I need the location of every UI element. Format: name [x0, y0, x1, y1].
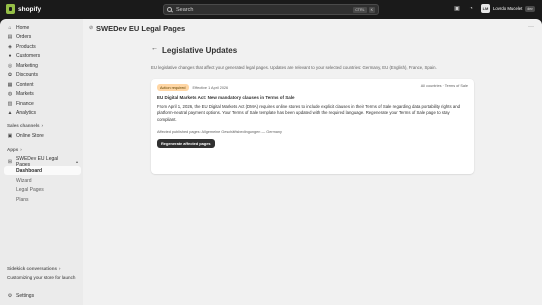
- app-header: ⊘ SWEDev EU Legal Pages ···: [83, 19, 542, 39]
- shopify-bag-icon: [6, 4, 15, 14]
- logo-text: shopify: [18, 5, 42, 13]
- products-icon: ◈: [8, 43, 12, 50]
- sidekick-heading[interactable]: Sidekick conversations ›: [7, 266, 61, 271]
- shopify-logo[interactable]: shopify: [6, 4, 41, 14]
- marketing-icon: ◎: [7, 62, 13, 69]
- app-icon: ⊞: [7, 158, 13, 165]
- app-icon: ⊘: [89, 25, 94, 31]
- sidebar-item-label: Products: [16, 43, 36, 50]
- chevron-right-icon: ›: [59, 266, 61, 271]
- bell-icon[interactable]: ◔: [467, 5, 475, 13]
- customers-icon: ●: [8, 52, 12, 59]
- sidekick-conversation-item[interactable]: Customizing your store for launch: [4, 273, 81, 282]
- content-icon: ▦: [7, 81, 13, 88]
- user-name: Lovrdo Mucelet: [493, 6, 523, 11]
- sidebar-item-plans[interactable]: Plans: [4, 195, 81, 204]
- legislative-update-card: Action required Effective 1 April 2026 A…: [151, 79, 474, 174]
- apps-heading[interactable]: Apps ›: [7, 147, 22, 152]
- sidebar-item-label: Plans: [16, 196, 29, 203]
- sidebar-item-home[interactable]: ⌂ Home: [4, 23, 81, 32]
- finance-icon: ▥: [7, 100, 13, 107]
- top-bar: shopify Search CTRL K ▣ ◔ LM Lovrdo Muce…: [0, 0, 542, 19]
- chevron-right-icon: ›: [20, 147, 22, 152]
- sales-channels-heading[interactable]: Sales channels ›: [7, 123, 43, 128]
- sidebar-item-label: Finance: [16, 100, 34, 107]
- search-icon: [167, 7, 172, 12]
- app-title: SWEDev EU Legal Pages: [96, 24, 186, 33]
- sidebar-item-products[interactable]: ◈ Products: [4, 42, 81, 51]
- page-intro: EU legislative changes that affect your …: [151, 65, 437, 70]
- sidebar-item-label: Customizing your store for launch: [7, 275, 76, 280]
- sidebar-item-app[interactable]: ⊞ SWEDev EU Legal Pages ▴: [4, 156, 81, 168]
- analytics-icon: ▲: [7, 109, 13, 116]
- sidebar-item-legal-pages[interactable]: Legal Pages: [4, 185, 81, 194]
- sidebar-item-label: Content: [16, 81, 34, 88]
- chevron-right-icon: ›: [41, 123, 44, 128]
- sidebar-item-label: Markets: [16, 90, 34, 97]
- more-options-icon[interactable]: ···: [528, 24, 534, 30]
- orders-icon: ▤: [7, 33, 13, 40]
- gear-icon: ⚙: [7, 292, 13, 299]
- sidebar-item-analytics[interactable]: ▲ Analytics: [4, 108, 81, 117]
- card-title: EU Digital Markets Act: New mandatory cl…: [157, 95, 295, 100]
- card-meta: Action required Effective 1 April 2026: [157, 84, 228, 91]
- sidebar-item-finance[interactable]: ▥ Finance: [4, 99, 81, 108]
- status-badge: Action required: [157, 84, 189, 91]
- sidebar-item-label: Discounts: [16, 71, 38, 78]
- sidebar-item-content[interactable]: ▦ Content: [4, 80, 81, 89]
- sidebar-item-wizard[interactable]: Wizard: [4, 176, 81, 185]
- user-badge: dev: [525, 5, 535, 12]
- sidekick-label: Sidekick conversations: [7, 266, 58, 271]
- search-input[interactable]: Search CTRL K: [163, 4, 379, 15]
- sidebar-item-label: Home: [16, 24, 30, 31]
- sidebar-item-label: Orders: [16, 33, 32, 40]
- sidebar-item-dashboard[interactable]: Dashboard: [4, 166, 81, 175]
- sidebar-item-label: Legal Pages: [16, 186, 44, 193]
- sidebar-item-customers[interactable]: ● Customers: [4, 51, 81, 60]
- shortcut-key-ctrl: CTRL: [353, 6, 367, 13]
- sidebar-item-label: Online Store: [16, 132, 44, 139]
- sidebar-item-label: Dashboard: [16, 167, 43, 174]
- affected-pages: Affected published pages: Allgemeine Ges…: [157, 130, 282, 134]
- page-title: Legislative Updates: [162, 46, 238, 55]
- apps-label: Apps: [7, 147, 19, 152]
- sidebar-item-markets[interactable]: ◍ Markets: [4, 89, 81, 98]
- sidebar-item-marketing[interactable]: ◎ Marketing: [4, 61, 81, 70]
- sidebar-item-label: Marketing: [16, 62, 38, 69]
- user-menu[interactable]: LM Lovrdo Mucelet dev: [481, 4, 535, 13]
- sidebar: ⌂ Home ▤ Orders ◈ Products ● Customers ◎ Mark…: [0, 19, 83, 305]
- sidebar-item-label: Customers: [16, 52, 41, 59]
- main-content: ⊘ SWEDev EU Legal Pages ··· ← Legislativ…: [83, 19, 542, 305]
- online-store-icon: ▣: [7, 132, 13, 139]
- sidebar-item-discounts[interactable]: ✿ Discounts: [4, 70, 81, 79]
- discounts-icon: ✿: [7, 71, 13, 78]
- sidebar-item-label: Settings: [16, 292, 35, 299]
- sidebar-item-orders[interactable]: ▤ Orders: [4, 32, 81, 41]
- search-placeholder: Search: [176, 6, 194, 13]
- pin-icon[interactable]: ▴: [76, 159, 78, 164]
- sidebar-item-label: Wizard: [16, 177, 32, 184]
- sidebar-item-settings[interactable]: ⚙ Settings: [4, 291, 81, 300]
- store-icon[interactable]: ▣: [453, 5, 461, 13]
- sidebar-item-online-store[interactable]: ▣ Online Store: [4, 131, 81, 140]
- effective-date: Effective 1 April 2026: [192, 85, 229, 90]
- avatar: LM: [481, 4, 490, 13]
- home-icon: ⌂: [8, 24, 12, 31]
- sales-channels-label: Sales channels: [7, 123, 40, 128]
- shortcut-key-k: K: [368, 6, 375, 13]
- keyboard-shortcut: CTRL K: [353, 6, 375, 13]
- markets-icon: ◍: [7, 90, 13, 97]
- sidebar-item-label: Analytics: [16, 109, 37, 116]
- regenerate-pages-button[interactable]: Regenerate affected pages: [157, 139, 215, 148]
- back-arrow-icon[interactable]: ←: [151, 45, 158, 52]
- card-scope: All countries · Terms of Sale: [420, 84, 468, 88]
- card-body: From April 1, 2026, the EU Digital Marke…: [157, 104, 460, 122]
